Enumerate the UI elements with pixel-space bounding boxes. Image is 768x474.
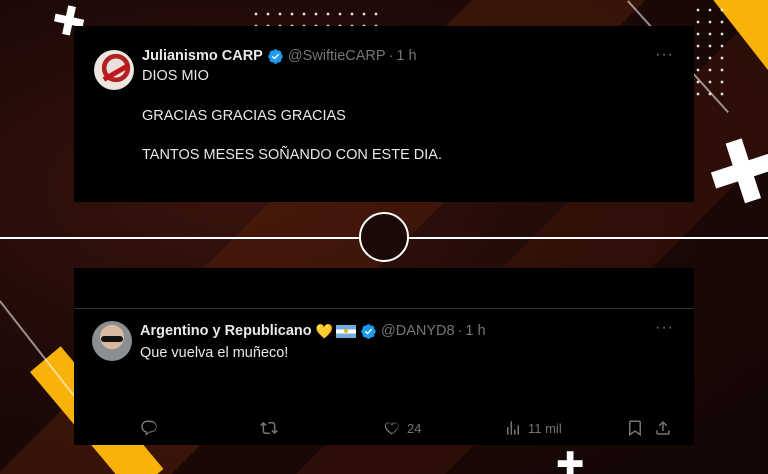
- tweet-card[interactable]: Julianismo CARP @SwiftieCARP · 1 h DIOS …: [74, 26, 694, 202]
- separator-dot: ·: [388, 48, 394, 64]
- reply-icon: [141, 420, 157, 436]
- argentina-flag-icon: [336, 324, 357, 338]
- like-icon: [384, 422, 399, 435]
- verified-badge-icon: [361, 323, 376, 339]
- plus-cross-icon: ✚: [694, 114, 768, 232]
- tweet-text-line: GRACIAS GRACIAS GRACIAS: [142, 108, 346, 124]
- decorative-dots: [692, 4, 732, 100]
- views-count: 11 mil: [528, 420, 562, 436]
- plus-cross-icon: ✚: [556, 445, 585, 474]
- tweet-card[interactable]: Argentino y Republicano 💛 @DANYD8 · 1 h …: [74, 268, 694, 445]
- share-button[interactable]: [654, 419, 672, 437]
- heart-emoji: 💛: [315, 322, 334, 339]
- bookmark-button[interactable]: [626, 419, 644, 437]
- timestamp[interactable]: 1 h: [396, 48, 416, 64]
- tweet-text: Que vuelva el muñeco!: [140, 345, 289, 361]
- retweet-button[interactable]: [260, 419, 284, 437]
- timestamp[interactable]: 1 h: [465, 323, 485, 339]
- more-options-icon[interactable]: ···: [655, 46, 674, 64]
- user-handle[interactable]: @DANYD8: [381, 323, 455, 339]
- user-handle[interactable]: @SwiftieCARP: [288, 48, 386, 64]
- share-icon: [656, 420, 670, 435]
- reply-button[interactable]: [140, 419, 164, 437]
- avatar[interactable]: [94, 50, 134, 90]
- avatar[interactable]: [92, 321, 132, 361]
- display-name[interactable]: Argentino y Republicano: [140, 323, 312, 339]
- tweet-text-line: TANTOS MESES SOÑANDO CON ESTE DIA.: [142, 147, 442, 163]
- center-circle: [359, 212, 409, 262]
- like-button[interactable]: 24: [383, 419, 421, 437]
- separator-dot: ·: [457, 323, 463, 339]
- like-count: 24: [407, 420, 422, 436]
- display-name[interactable]: Julianismo CARP: [142, 48, 263, 64]
- views-icon: [507, 421, 519, 435]
- tweet-text-line: DIOS MIO: [142, 68, 209, 84]
- views-button[interactable]: 11 mil: [504, 419, 562, 437]
- retweet-icon: [260, 421, 278, 435]
- tweet-actions: 24 11 mil: [140, 417, 680, 439]
- more-options-icon[interactable]: ···: [655, 319, 674, 337]
- bookmark-icon: [629, 420, 641, 437]
- verified-badge-icon: [268, 48, 283, 64]
